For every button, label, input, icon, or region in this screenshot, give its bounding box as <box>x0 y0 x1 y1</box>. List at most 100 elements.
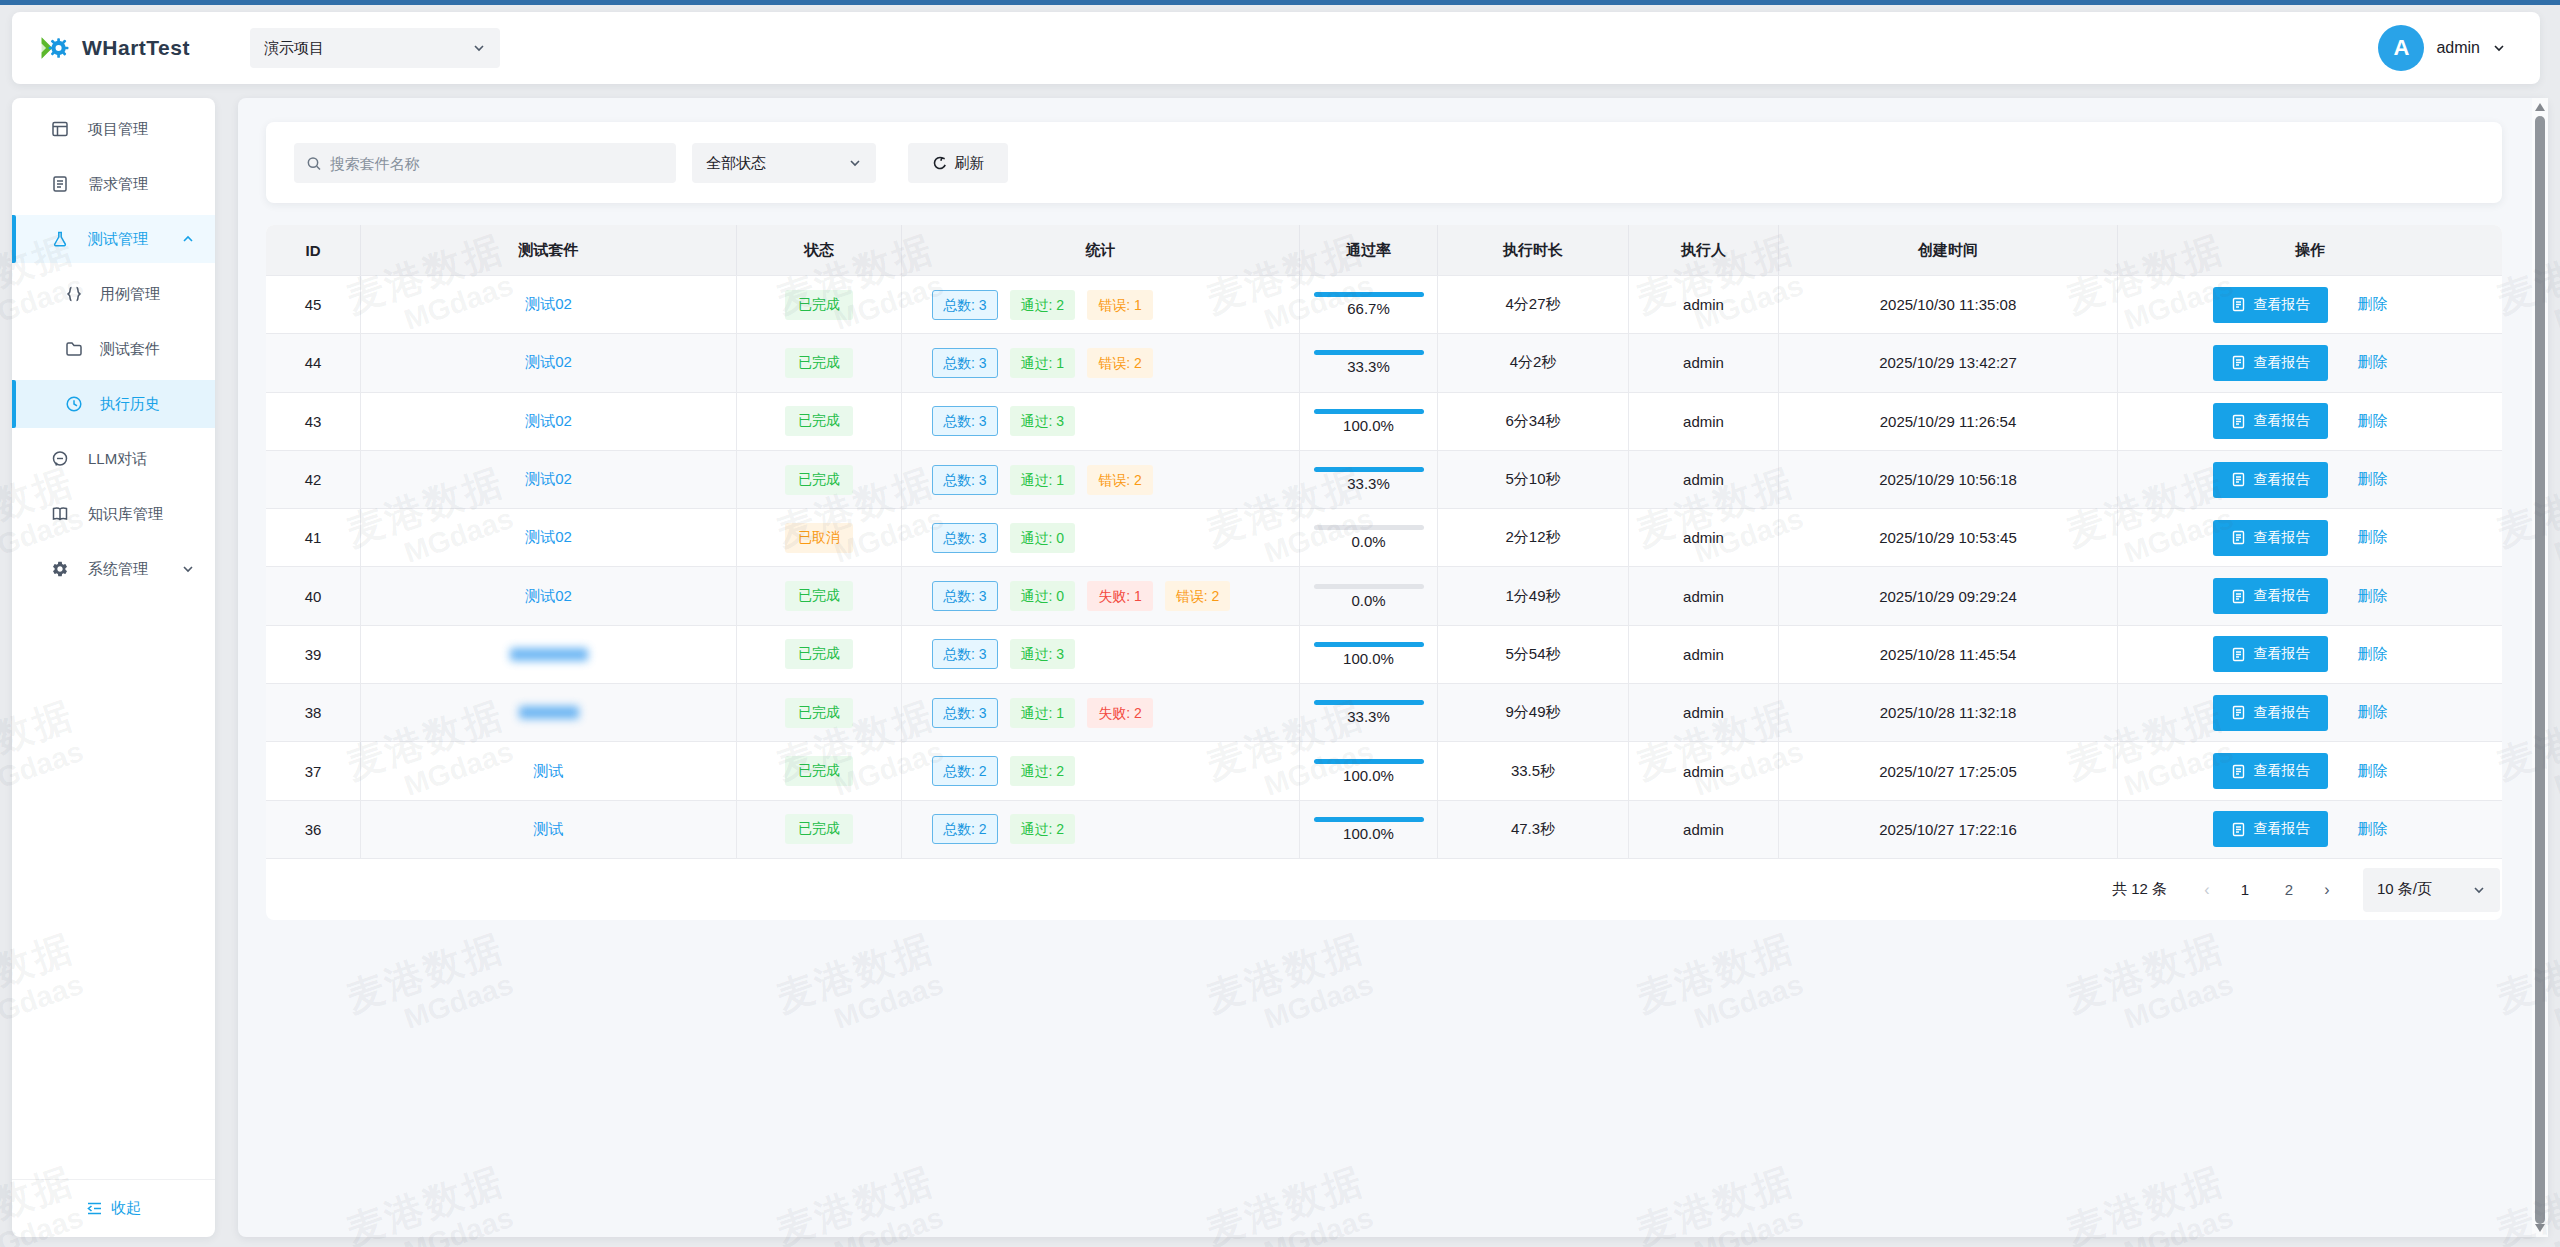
sidebar-item-4[interactable]: 测试套件 <box>12 325 215 373</box>
status-filter-select[interactable]: 全部状态 <box>692 143 876 183</box>
cell-status: 已取消 <box>737 509 902 566</box>
cell-suite: 测试02 <box>361 451 737 508</box>
cell-pass-rate: 100.0% <box>1300 393 1438 450</box>
clock-icon <box>64 394 84 414</box>
sidebar-item-1[interactable]: 需求管理 <box>12 160 215 208</box>
cell-created: 2025/10/29 11:26:54 <box>1779 393 2118 450</box>
table-row: 38已完成总数: 3通过: 1失败: 233.3%9分49秒admin2025/… <box>266 683 2502 741</box>
suite-name-link[interactable]: 测试02 <box>525 470 572 489</box>
search-icon <box>306 155 322 172</box>
page-number-1[interactable]: 1 <box>2229 881 2261 898</box>
stat-tag-pass: 通过: 3 <box>1010 406 1076 436</box>
cell-stats: 总数: 3通过: 2错误: 1 <box>902 276 1300 333</box>
scroll-up-arrow[interactable] <box>2535 103 2545 111</box>
cell-stats: 总数: 3通过: 3 <box>902 393 1300 450</box>
chevron-down-icon <box>181 562 195 576</box>
view-report-button[interactable]: 查看报告 <box>2213 753 2328 789</box>
suite-name-link[interactable]: 测试02 <box>525 412 572 431</box>
stat-tag-pass: 通过: 3 <box>1010 639 1076 669</box>
column-header: 通过率 <box>1300 225 1438 275</box>
sidebar-item-8[interactable]: 系统管理 <box>12 545 215 593</box>
view-report-button[interactable]: 查看报告 <box>2213 695 2328 731</box>
vertical-scrollbar[interactable] <box>2532 98 2548 1237</box>
menu-fold-icon <box>86 1200 103 1217</box>
user-menu[interactable]: A admin <box>2378 12 2506 84</box>
sidebar-item-label: 系统管理 <box>88 560 148 579</box>
cell-suite <box>361 626 737 683</box>
table-row: 42测试02已完成总数: 3通过: 1错误: 233.3%5分10秒admin2… <box>266 450 2502 508</box>
collapse-button[interactable]: 收起 <box>12 1179 215 1237</box>
suite-name-link[interactable]: 测试02 <box>525 587 572 606</box>
cell-actions: 查看报告 删除 <box>2118 451 2502 508</box>
scrollbar-thumb[interactable] <box>2535 116 2545 1224</box>
sidebar-item-7[interactable]: 知识库管理 <box>12 490 215 538</box>
cell-created: 2025/10/29 10:56:18 <box>1779 451 2118 508</box>
pagination-next[interactable]: › <box>2311 881 2343 899</box>
book-icon <box>50 504 70 524</box>
cell-duration: 6分34秒 <box>1438 393 1629 450</box>
page: WHartTest 演示项目 A admin 项目管理需求管理测试管理用例管理测… <box>0 0 2560 1247</box>
blurred-suite-name[interactable] <box>510 648 588 661</box>
cell-duration: 2分12秒 <box>1438 509 1629 566</box>
suite-name-link[interactable]: 测试02 <box>525 353 572 372</box>
cell-suite: 测试02 <box>361 276 737 333</box>
sidebar-item-6[interactable]: LLM对话 <box>12 435 215 483</box>
sidebar-item-3[interactable]: 用例管理 <box>12 270 215 318</box>
sidebar-menu: 项目管理需求管理测试管理用例管理测试套件执行历史 LLM对话知识库管理系统管理 <box>12 105 215 593</box>
delete-link[interactable]: 删除 <box>2358 587 2388 606</box>
view-report-button[interactable]: 查看报告 <box>2213 520 2328 556</box>
stat-tag-error: 错误: 1 <box>1087 290 1153 320</box>
delete-link[interactable]: 删除 <box>2358 762 2388 781</box>
column-header: 统计 <box>902 225 1300 275</box>
cell-status: 已完成 <box>737 451 902 508</box>
suite-name-link[interactable]: 测试 <box>534 820 564 839</box>
column-header: 操作 <box>2118 225 2502 275</box>
stat-tag-error: 错误: 2 <box>1165 581 1231 611</box>
suite-name-link[interactable]: 测试02 <box>525 528 572 547</box>
delete-link[interactable]: 删除 <box>2358 820 2388 839</box>
pass-rate-bar <box>1314 584 1424 589</box>
stat-tag-pass: 通过: 0 <box>1010 581 1076 611</box>
delete-link[interactable]: 删除 <box>2358 412 2388 431</box>
cell-suite: 测试02 <box>361 334 737 391</box>
pass-rate-bar <box>1314 350 1424 355</box>
page-size-select[interactable]: 10 条/页 <box>2363 868 2500 912</box>
view-report-button[interactable]: 查看报告 <box>2213 462 2328 498</box>
delete-link[interactable]: 删除 <box>2358 295 2388 314</box>
page-number-2[interactable]: 2 <box>2273 881 2305 898</box>
cell-id: 36 <box>266 801 361 858</box>
sidebar-item-5[interactable]: 执行历史 <box>12 380 215 428</box>
pagination-prev[interactable]: ‹ <box>2191 881 2223 899</box>
view-report-button[interactable]: 查看报告 <box>2213 811 2328 847</box>
blurred-suite-name[interactable] <box>519 706 579 719</box>
chat-icon <box>50 449 70 469</box>
view-report-button[interactable]: 查看报告 <box>2213 287 2328 323</box>
stat-tag-total: 总数: 3 <box>932 639 998 669</box>
refresh-button[interactable]: 刷新 <box>908 143 1008 183</box>
table-row: 45测试02已完成总数: 3通过: 2错误: 166.7%4分27秒admin2… <box>266 275 2502 333</box>
cell-created: 2025/10/28 11:32:18 <box>1779 684 2118 741</box>
cell-pass-rate: 33.3% <box>1300 451 1438 508</box>
sidebar-item-0[interactable]: 项目管理 <box>12 105 215 153</box>
delete-link[interactable]: 删除 <box>2358 703 2388 722</box>
view-report-button[interactable]: 查看报告 <box>2213 578 2328 614</box>
project-select[interactable]: 演示项目 <box>250 28 500 68</box>
search-input[interactable] <box>330 155 664 172</box>
sidebar-item-2[interactable]: 测试管理 <box>12 215 215 263</box>
view-report-button[interactable]: 查看报告 <box>2213 345 2328 381</box>
view-report-button[interactable]: 查看报告 <box>2213 636 2328 672</box>
cell-stats: 总数: 3 通过: 3 <box>902 626 1300 683</box>
delete-link[interactable]: 删除 <box>2358 470 2388 489</box>
suite-name-link[interactable]: 测试02 <box>525 295 572 314</box>
cell-stats: 总数: 3通过: 1错误: 2 <box>902 334 1300 391</box>
table-body: 45测试02已完成总数: 3通过: 2错误: 166.7%4分27秒admin2… <box>266 275 2502 858</box>
suite-name-link[interactable]: 测试 <box>534 762 564 781</box>
delete-link[interactable]: 删除 <box>2358 353 2388 372</box>
delete-link[interactable]: 删除 <box>2358 528 2388 547</box>
delete-link[interactable]: 删除 <box>2358 645 2388 664</box>
cell-id: 38 <box>266 684 361 741</box>
pass-rate-text: 33.3% <box>1347 475 1390 492</box>
scroll-down-arrow[interactable] <box>2535 1224 2545 1232</box>
view-report-button[interactable]: 查看报告 <box>2213 403 2328 439</box>
cell-actions: 查看报告 删除 <box>2118 393 2502 450</box>
